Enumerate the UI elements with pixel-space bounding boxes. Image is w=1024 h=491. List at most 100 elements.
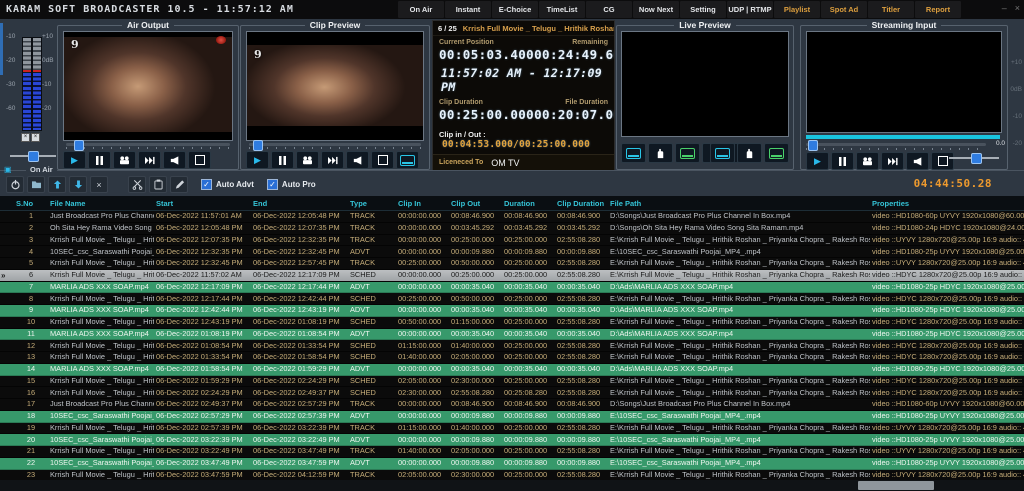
- stop-button[interactable]: [188, 151, 211, 169]
- skip-next-button[interactable]: [321, 151, 344, 169]
- table-row[interactable]: 20 10SEC_csc_Saraswathi Poojai_MP4... 06…: [0, 434, 1024, 446]
- column-header[interactable]: Start: [154, 199, 251, 208]
- column-header[interactable]: Clip Out: [449, 199, 502, 208]
- cell-clip-in: 00:00:00.000: [398, 234, 442, 244]
- record-button[interactable]: [113, 151, 136, 169]
- skip-next-button[interactable]: [138, 151, 161, 169]
- cell-start: 06-Dec-2022 12:17:44 PM: [156, 293, 243, 303]
- play-button[interactable]: ▶: [806, 152, 829, 170]
- menu-button[interactable]: On Air: [398, 1, 444, 18]
- table-row[interactable]: 14 MARLIA ADS XXX SOAP.mp4 06-Dec-2022 0…: [0, 363, 1024, 376]
- output-1-button[interactable]: [621, 143, 646, 163]
- record-button[interactable]: [296, 151, 319, 169]
- cell-file-name: 10SEC_csc_Saraswathi Poojai_MP4...: [50, 246, 154, 256]
- table-row[interactable]: 22 10SEC_csc_Saraswathi Poojai_MP4... 06…: [0, 457, 1024, 470]
- table-row[interactable]: 21 Krrish Full Movie _ Telugu _ Hrithi..…: [0, 446, 1024, 458]
- move-down-button[interactable]: [69, 176, 87, 193]
- cell-start: 06-Dec-2022 12:42:44 PM: [156, 305, 243, 315]
- delete-item-button[interactable]: ×: [90, 176, 108, 193]
- streaming-seek-thumb[interactable]: [808, 140, 818, 151]
- air-output-seek-thumb[interactable]: [74, 140, 84, 151]
- stop-button[interactable]: [371, 151, 394, 169]
- output-2-button[interactable]: [675, 143, 700, 163]
- table-row[interactable]: 11 MARLIA ADS XXX SOAP.mp4 06-Dec-2022 0…: [0, 328, 1024, 341]
- clip-preview-seekbar[interactable]: [249, 140, 421, 151]
- output-3-button[interactable]: [710, 143, 735, 163]
- pause-button[interactable]: [831, 152, 854, 170]
- air-output-seekbar[interactable]: [66, 140, 230, 151]
- column-header[interactable]: Clip Duration: [555, 199, 608, 208]
- table-row[interactable]: 4 10SEC_csc_Saraswathi Poojai_MP4... 06-…: [0, 246, 1024, 258]
- menu-button[interactable]: TimeList: [539, 1, 585, 18]
- output-4-button[interactable]: [764, 143, 789, 163]
- minimize-button[interactable]: –: [1002, 3, 1007, 13]
- audio-mute-button[interactable]: [163, 151, 186, 169]
- horizontal-scrollbar[interactable]: [0, 480, 1024, 491]
- table-row[interactable]: 7 MARLIA ADS XXX SOAP.mp4 06-Dec-2022 12…: [0, 281, 1024, 294]
- table-row[interactable]: 5 Krrish Full Movie _ Telugu _ Hrithi...…: [0, 258, 1024, 270]
- clip-preview-seek-thumb[interactable]: [253, 140, 263, 151]
- paste-button[interactable]: [149, 176, 167, 193]
- column-header[interactable]: Clip In: [396, 199, 449, 208]
- table-row[interactable]: 10 Krrish Full Movie _ Telugu _ Hrithi..…: [0, 316, 1024, 329]
- meter-mute-checkbox-left[interactable]: ×: [21, 133, 30, 142]
- edit-button[interactable]: [170, 176, 188, 193]
- column-header[interactable]: File Path: [608, 199, 870, 208]
- record-button[interactable]: [856, 152, 879, 170]
- menu-button[interactable]: Report: [915, 1, 961, 18]
- menu-button[interactable]: Spot Ad: [821, 1, 867, 18]
- menu-button[interactable]: E-Choice: [492, 1, 538, 18]
- menu-button[interactable]: Titler: [868, 1, 914, 18]
- auto-advt-checkbox[interactable]: ✓: [201, 179, 212, 190]
- scrollbar-thumb[interactable]: [858, 481, 934, 490]
- auto-pro-checkbox[interactable]: ✓: [266, 179, 278, 190]
- volume-slider-thumb[interactable]: [971, 153, 982, 164]
- table-row[interactable]: 19 Krrish Full Movie _ Telugu _ Hrithi..…: [0, 422, 1024, 435]
- table-row[interactable]: 2 Oh Sita Hey Rama Video Song Sit... 06-…: [0, 222, 1024, 235]
- table-row[interactable]: 15 Krrish Full Movie _ Telugu _ Hrithi..…: [0, 375, 1024, 388]
- menu-button[interactable]: Now Next: [633, 1, 679, 18]
- manual-take-button[interactable]: [648, 143, 673, 163]
- column-header[interactable]: Type: [348, 199, 396, 208]
- table-row[interactable]: 8 Krrish Full Movie _ Telugu _ Hrithi...…: [0, 293, 1024, 305]
- table-row[interactable]: 18 10SEC_csc_Saraswathi Poojai_MP4... 06…: [0, 410, 1024, 423]
- column-header[interactable]: File Name: [48, 199, 154, 208]
- cell-clip-in: 00:00:00.000: [398, 411, 442, 421]
- table-row[interactable]: 13 Krrish Full Movie _ Telugu _ Hrithi..…: [0, 352, 1024, 364]
- close-button[interactable]: ×: [1015, 3, 1020, 13]
- audio-mute-button[interactable]: [346, 151, 369, 169]
- send-to-air-button[interactable]: [396, 151, 419, 169]
- menu-button[interactable]: Playlist: [774, 1, 820, 18]
- menu-button[interactable]: Instant: [445, 1, 491, 18]
- pause-button[interactable]: [88, 151, 111, 169]
- table-row[interactable]: 16 Krrish Full Movie _ Telugu _ Hrithi..…: [0, 387, 1024, 399]
- move-up-button[interactable]: [48, 176, 66, 193]
- column-header[interactable]: S.No: [14, 199, 48, 208]
- play-button[interactable]: ▶: [246, 151, 269, 169]
- table-row[interactable]: » 6 Krrish Full Movie _ Telugu _ Hrithi.…: [0, 269, 1024, 282]
- table-row[interactable]: 12 Krrish Full Movie _ Telugu _ Hrithi..…: [0, 340, 1024, 352]
- streaming-volume-slider[interactable]: [949, 153, 999, 164]
- audio-mute-button[interactable]: [906, 152, 929, 170]
- volume-slider-thumb[interactable]: [28, 151, 39, 162]
- menu-button[interactable]: CG: [586, 1, 632, 18]
- play-button[interactable]: ▶: [63, 151, 86, 169]
- menu-button[interactable]: UDP | RTMP: [727, 1, 773, 18]
- master-volume-slider[interactable]: [10, 151, 56, 162]
- menu-button[interactable]: Setting: [680, 1, 726, 18]
- manual-take-2-button[interactable]: [737, 143, 762, 163]
- refresh-button[interactable]: [6, 176, 24, 193]
- cut-button[interactable]: [128, 176, 146, 193]
- open-playlist-button[interactable]: [27, 176, 45, 193]
- skip-next-button[interactable]: [881, 152, 904, 170]
- meter-mute-checkbox-right[interactable]: ×: [31, 133, 40, 142]
- column-header[interactable]: Properties: [870, 199, 1024, 208]
- table-row[interactable]: 17 Just Broadcast Pro Plus Channel I... …: [0, 399, 1024, 411]
- pause-button[interactable]: [271, 151, 294, 169]
- column-header[interactable]: Duration: [502, 199, 555, 208]
- table-row[interactable]: 9 MARLIA ADS XXX SOAP.mp4 06-Dec-2022 12…: [0, 305, 1024, 317]
- column-header[interactable]: End: [251, 199, 348, 208]
- streaming-seekbar[interactable]: [806, 140, 986, 151]
- table-row[interactable]: 1 Just Broadcast Pro Plus Channel I... 0…: [0, 211, 1024, 223]
- table-row[interactable]: 3 Krrish Full Movie _ Telugu _ Hrithi...…: [0, 234, 1024, 247]
